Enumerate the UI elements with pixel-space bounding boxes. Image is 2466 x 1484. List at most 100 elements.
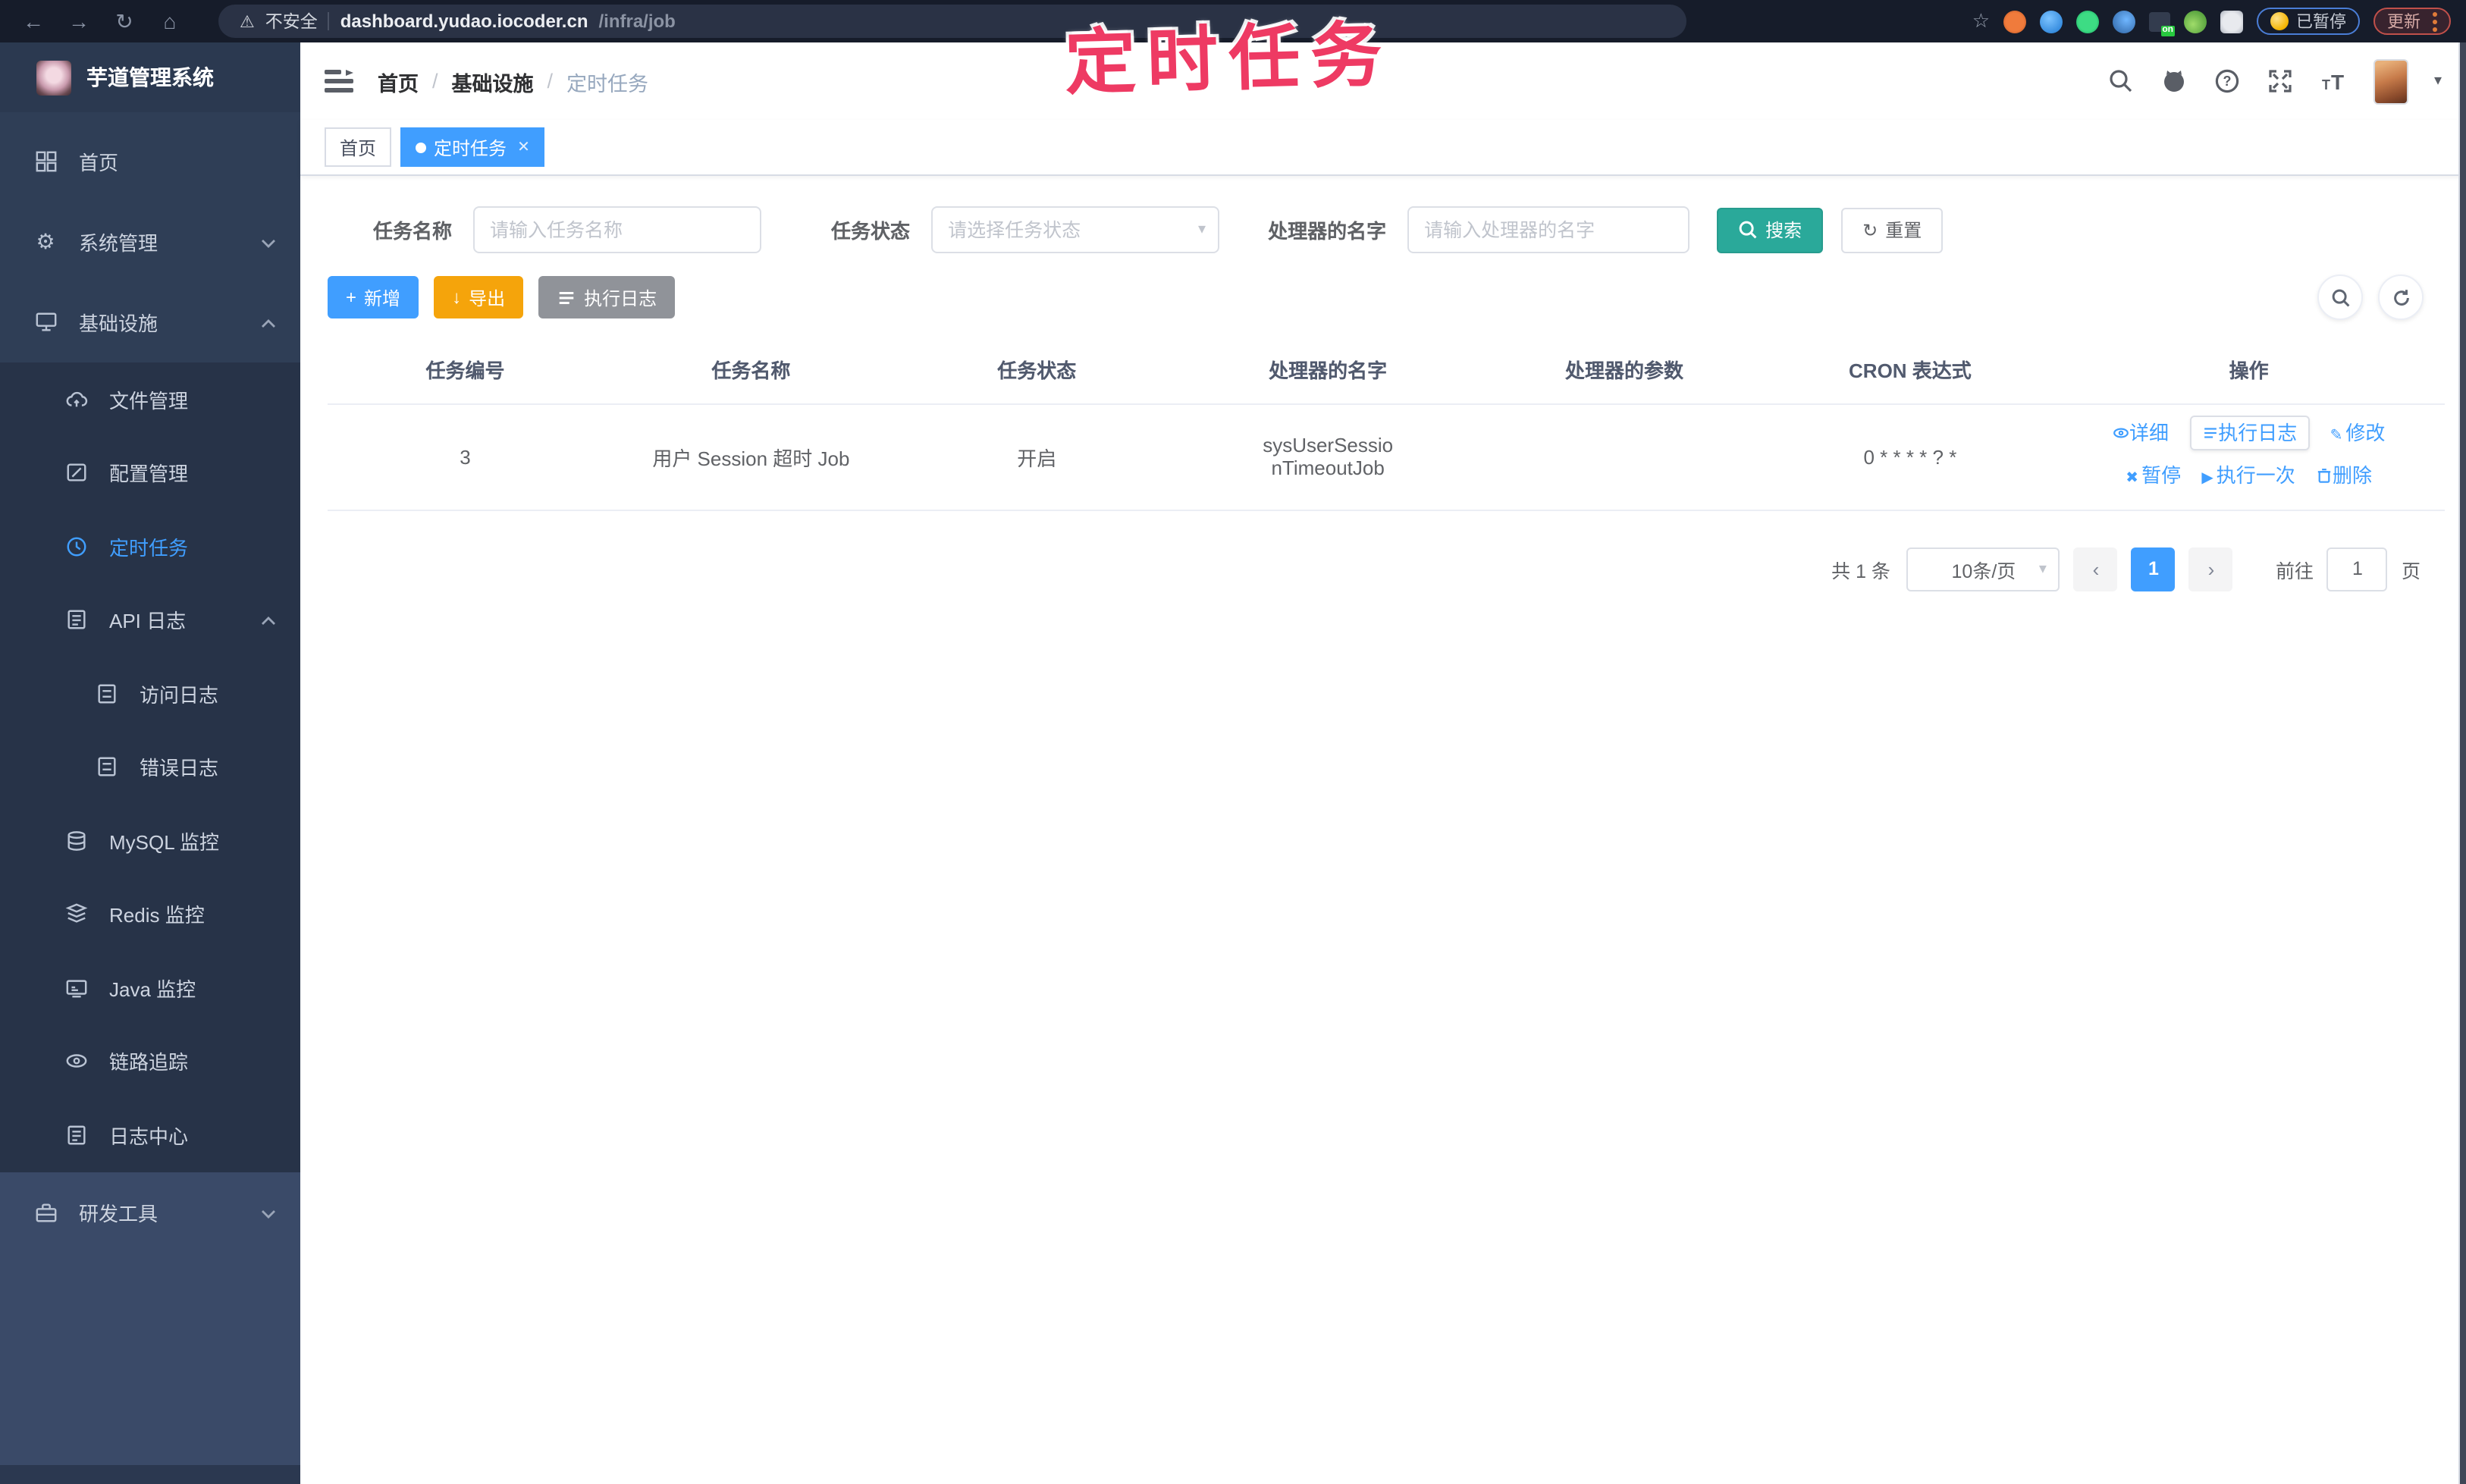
- select-caret-icon: ▾: [2038, 560, 2047, 577]
- update-label: 更新: [2387, 14, 2421, 32]
- bookmark-star-icon[interactable]: ☆: [1972, 9, 1990, 33]
- sidebar-item-log-center[interactable]: 日志中心: [0, 1098, 300, 1172]
- sidebar-item-label: Java 监控: [109, 977, 196, 1001]
- sidebar-item-label: 首页: [79, 152, 119, 174]
- sidebar-item-label: 链路追踪: [109, 1051, 189, 1075]
- sidebar-fold-icon[interactable]: [325, 70, 353, 93]
- extension-leaf-icon[interactable]: [2184, 10, 2207, 33]
- sidebar-item-access-logs[interactable]: 访问日志: [0, 657, 300, 730]
- sidebar-item-java-monitor[interactable]: Java 监控: [0, 951, 300, 1024]
- play-icon: ▶: [2201, 470, 2213, 487]
- chevron-down-icon: [261, 231, 276, 253]
- job-name-label: 任务名称: [373, 220, 453, 243]
- breadcrumb-current: 定时任务: [566, 72, 649, 95]
- extension-blue-icon[interactable]: [2113, 10, 2135, 33]
- extension-green-v-icon[interactable]: [2076, 10, 2099, 33]
- refresh-table-button[interactable]: [2378, 275, 2424, 320]
- sidebar-item-config-management[interactable]: 配置管理: [0, 436, 300, 510]
- col-actions: 操作: [2053, 335, 2445, 404]
- sidebar-item-label: 错误日志: [140, 757, 219, 780]
- page-unit-label: 页: [2401, 560, 2421, 582]
- toggle-search-button[interactable]: [2317, 275, 2363, 320]
- logo-avatar: [36, 60, 71, 95]
- update-button[interactable]: 更新: [2373, 8, 2451, 35]
- window-scrollbar[interactable]: [2458, 42, 2466, 1484]
- gear-icon: ⚙: [36, 229, 55, 253]
- sidebar-item-label: MySQL 监控: [109, 830, 219, 854]
- emoji-face-icon: [2270, 12, 2289, 30]
- current-page[interactable]: 1: [2131, 547, 2176, 591]
- table-header-row: 任务编号 任务名称 任务状态 处理器的名字 处理器的参数 CRON 表达式 操作: [328, 335, 2445, 404]
- job-name-input[interactable]: [473, 206, 762, 253]
- extensions-puzzle-icon[interactable]: [2220, 10, 2243, 33]
- sidebar-item-system[interactable]: ⚙ 系统管理: [0, 202, 300, 282]
- tab-scheduled-jobs[interactable]: 定时任务 ✕: [400, 127, 545, 167]
- address-bar[interactable]: ⚠ 不安全 dashboard.yudao.iocoder.cn/infra/j…: [218, 5, 1686, 38]
- sidebar-item-devtools[interactable]: 研发工具: [0, 1172, 300, 1252]
- extension-blue-drop-icon[interactable]: [2040, 10, 2063, 33]
- sidebar-item-redis-monitor[interactable]: Redis 监控: [0, 877, 300, 951]
- reload-icon[interactable]: ↻: [106, 0, 143, 42]
- breadcrumb-infrastructure[interactable]: 基础设施: [452, 66, 534, 96]
- col-handler-param: 处理器的参数: [1481, 335, 1768, 404]
- page-size-select[interactable]: 10条/页 ▾: [1906, 547, 2060, 591]
- warning-icon: ⚠: [240, 13, 255, 31]
- sidebar-item-trace[interactable]: 链路追踪: [0, 1024, 300, 1098]
- log-center-icon: [64, 1123, 88, 1147]
- user-avatar[interactable]: [2373, 58, 2408, 104]
- chevron-down-icon: [261, 1200, 276, 1223]
- goto-label: 前往: [2275, 560, 2314, 582]
- fullscreen-icon[interactable]: [2267, 67, 2295, 95]
- back-icon[interactable]: ←: [15, 0, 52, 42]
- sidebar-item-mysql-monitor[interactable]: MySQL 监控: [0, 804, 300, 877]
- search-icon[interactable]: [2108, 67, 2135, 95]
- forward-icon[interactable]: →: [61, 0, 97, 42]
- exec-log-link[interactable]: 执行日志: [2189, 416, 2310, 450]
- export-button[interactable]: ↓ 导出: [434, 276, 524, 318]
- handler-name-input[interactable]: [1407, 206, 1690, 253]
- sidebar-item-error-logs[interactable]: 错误日志: [0, 730, 300, 804]
- github-icon[interactable]: [2161, 67, 2188, 95]
- close-icon[interactable]: ✕: [517, 139, 530, 155]
- reset-button[interactable]: ↻ 重置: [1841, 207, 1944, 253]
- help-icon[interactable]: ?: [2214, 67, 2242, 95]
- sidebar-logo[interactable]: 芋道管理系统: [0, 42, 300, 112]
- sidebar-item-label: 文件管理: [109, 389, 189, 413]
- paused-extension-pill[interactable]: 已暂停: [2257, 8, 2360, 35]
- handwritten-annotation: 定时任务: [1063, 14, 1394, 103]
- edit-link[interactable]: ✎ 修改: [2330, 422, 2386, 444]
- browser-menu-icon[interactable]: [2433, 11, 2437, 31]
- run-once-link[interactable]: ▶ 执行一次: [2201, 464, 2295, 487]
- user-menu-caret-icon[interactable]: ▾: [2434, 73, 2442, 89]
- job-status-select[interactable]: ▾: [931, 206, 1220, 253]
- total-count: 共 1 条: [1831, 560, 1890, 582]
- detail-link[interactable]: 详细: [2113, 422, 2169, 444]
- extension-orange-icon[interactable]: [2003, 10, 2026, 33]
- sidebar-item-file-management[interactable]: 文件管理: [0, 362, 300, 436]
- pause-link[interactable]: ✖ 暂停: [2126, 464, 2181, 487]
- sidebar-item-label: 系统管理: [79, 232, 158, 255]
- delete-link[interactable]: 删除: [2316, 464, 2372, 487]
- extension-on-badge-icon[interactable]: on: [2149, 11, 2175, 36]
- sidebar-item-scheduled-jobs[interactable]: 定时任务: [0, 510, 300, 583]
- tab-home[interactable]: 首页: [325, 127, 392, 167]
- search-button[interactable]: 搜索: [1717, 207, 1824, 253]
- sidebar-item-home[interactable]: 首页: [0, 121, 300, 202]
- prev-page-button[interactable]: ‹: [2073, 547, 2118, 591]
- sidebar-bottom-strip: [0, 1464, 300, 1484]
- col-job-id: 任务编号: [328, 335, 603, 404]
- goto-page-input[interactable]: [2326, 547, 2388, 591]
- sidebar-item-label: 日志中心: [109, 1125, 189, 1148]
- next-page-button[interactable]: ›: [2188, 547, 2233, 591]
- cell-job-name: 用户 Session 超时 Job: [602, 403, 899, 510]
- add-button[interactable]: + 新增: [328, 276, 419, 318]
- pause-x-icon: ✖: [2126, 470, 2139, 487]
- font-size-icon[interactable]: TT: [2320, 67, 2348, 95]
- tag-view-bar: 首页 定时任务 ✕: [300, 120, 2466, 176]
- sidebar-item-api-logs[interactable]: API 日志: [0, 583, 300, 657]
- access-log-icon: [94, 682, 118, 706]
- breadcrumb-home[interactable]: 首页: [378, 66, 419, 96]
- sidebar-item-infrastructure[interactable]: 基础设施: [0, 282, 300, 362]
- exec-log-button[interactable]: 执行日志: [538, 276, 676, 318]
- home-icon[interactable]: ⌂: [152, 0, 188, 42]
